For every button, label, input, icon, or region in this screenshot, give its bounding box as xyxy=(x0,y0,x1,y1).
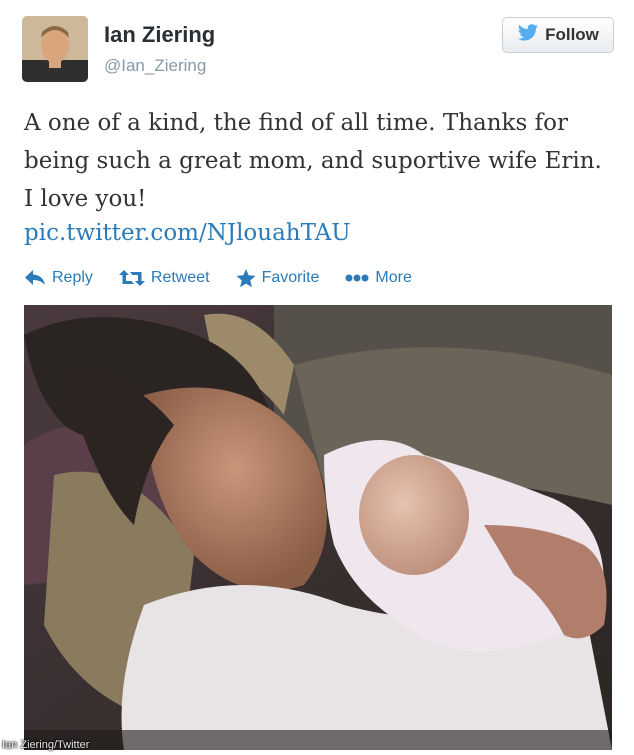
more-action[interactable]: More xyxy=(345,269,412,287)
reply-action[interactable]: Reply xyxy=(24,269,93,287)
favorite-action[interactable]: Favorite xyxy=(236,268,320,288)
tweet-photo[interactable] xyxy=(24,305,612,750)
screen-name[interactable]: @Ian_Ziering xyxy=(104,56,206,76)
display-name[interactable]: Ian Ziering xyxy=(104,22,215,48)
reply-label: Reply xyxy=(52,269,93,286)
retweet-action[interactable]: Retweet xyxy=(118,269,210,287)
more-dots-icon xyxy=(345,273,369,283)
twitter-bird-icon xyxy=(517,23,539,47)
tweet-text: A one of a kind, the find of all time. T… xyxy=(24,110,602,212)
follow-button[interactable]: Follow xyxy=(502,17,614,53)
reply-icon xyxy=(24,269,46,287)
retweet-label: Retweet xyxy=(150,269,210,286)
star-icon xyxy=(236,268,256,288)
tweet-actions: Reply Retweet Favorite More xyxy=(24,264,412,292)
tweet-photo-link[interactable]: pic.twitter.com/NJlouahTAU xyxy=(24,214,351,252)
more-label: More xyxy=(375,269,412,286)
photo-credit: Ian Ziering/Twitter xyxy=(2,739,90,751)
follow-button-label: Follow xyxy=(545,25,599,44)
tweet-card: Ian Ziering @Ian_Ziering Follow A one of… xyxy=(0,0,634,755)
retweet-icon xyxy=(118,269,145,287)
favorite-label: Favorite xyxy=(261,269,320,286)
avatar[interactable] xyxy=(22,16,88,82)
